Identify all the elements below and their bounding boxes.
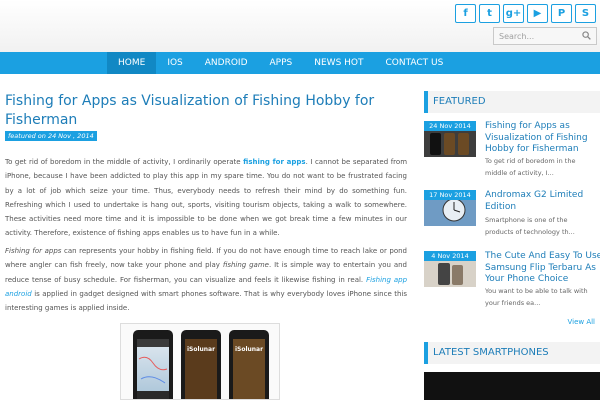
phone-app-title: iSolunar: [186, 346, 216, 353]
nav-item-home[interactable]: HOME: [107, 52, 157, 74]
paragraph-text: To get rid of boredom in the middle of a…: [5, 158, 244, 166]
phone-screen: [137, 339, 169, 399]
featured-title[interactable]: The Cute And Easy To Use Samsung Flip Te…: [485, 251, 600, 286]
main-nav: HOME IOS ANDROID APPS NEWS HOT CONTACT U…: [0, 52, 600, 74]
phone-screen: iSolunar: [233, 339, 265, 399]
twitter-icon[interactable]: t: [479, 4, 500, 23]
featured-title[interactable]: Fishing for Apps as Visualization of Fis…: [485, 121, 600, 156]
paragraph-emphasis: Fishing for apps: [5, 247, 62, 255]
paragraph-text: is applied in gadget designed with smart…: [5, 289, 407, 313]
paragraph-emphasis: fishing game: [222, 261, 269, 270]
featured-summary: You want to be able to talk with your fr…: [485, 287, 588, 307]
phone-image: [133, 330, 173, 399]
featured-item[interactable]: 17 Nov 2014 Andromax G2 Limited Edition …: [424, 190, 600, 260]
nav-item-ios[interactable]: IOS: [156, 52, 193, 74]
featured-heading: FEATURED: [424, 91, 600, 113]
featured-date: 24 Nov 2014: [424, 121, 476, 131]
latest-smartphone-thumbnail[interactable]: [424, 372, 600, 400]
phone-image: iSolunar: [181, 330, 221, 399]
article-paragraph-1: To get rid of boredom in the middle of a…: [5, 155, 407, 241]
featured-title[interactable]: Andromax G2 Limited Edition: [485, 190, 600, 213]
nav-item-news-hot[interactable]: NEWS HOT: [303, 52, 374, 74]
nav-item-android[interactable]: ANDROID: [194, 52, 259, 74]
article-date-badge: featured on 24 Nov , 2014: [5, 131, 97, 141]
skype-icon[interactable]: S: [575, 4, 596, 23]
featured-date: 17 Nov 2014: [424, 190, 476, 200]
google-plus-icon[interactable]: g+: [503, 4, 524, 23]
search-box: [493, 27, 597, 45]
social-links: f t g+ ▶ P S: [455, 4, 596, 23]
youtube-icon[interactable]: ▶: [527, 4, 548, 23]
fishing-apps-screenshot-image: iSolunar iSolunar: [120, 323, 280, 400]
map-graphic: [137, 339, 169, 399]
search-icon[interactable]: [582, 31, 591, 40]
featured-summary: To get rid of boredom in the middle of a…: [485, 157, 576, 177]
phone-image: iSolunar: [229, 330, 269, 399]
facebook-icon[interactable]: f: [455, 4, 476, 23]
nav-item-apps[interactable]: APPS: [259, 52, 304, 74]
article-title[interactable]: Fishing for Apps as Visualization of Fis…: [5, 92, 410, 130]
phone-app-title: iSolunar: [234, 346, 264, 353]
top-bar: f t g+ ▶ P S: [0, 0, 600, 52]
featured-date: 4 Nov 2014: [424, 251, 476, 261]
featured-item[interactable]: 4 Nov 2014 The Cute And Easy To Use Sams…: [424, 251, 600, 321]
nav-item-contact-us[interactable]: CONTACT US: [375, 52, 455, 74]
view-all-link[interactable]: View All: [567, 318, 595, 326]
fishing-for-apps-link[interactable]: fishing for apps: [243, 158, 305, 166]
featured-summary: Smartphone is one of the products of tec…: [485, 216, 575, 236]
paragraph-text: . I cannot be separated from iPhone, bec…: [5, 158, 408, 238]
featured-item[interactable]: 24 Nov 2014 Fishing for Apps as Visualiz…: [424, 121, 600, 191]
search-input[interactable]: [494, 28, 578, 44]
pinterest-icon[interactable]: P: [551, 4, 572, 23]
phone-screen: iSolunar: [185, 339, 217, 399]
latest-smartphones-heading: LATEST SMARTPHONES: [424, 342, 600, 364]
article-paragraph-2: Fishing for apps can represents your hob…: [5, 244, 407, 315]
